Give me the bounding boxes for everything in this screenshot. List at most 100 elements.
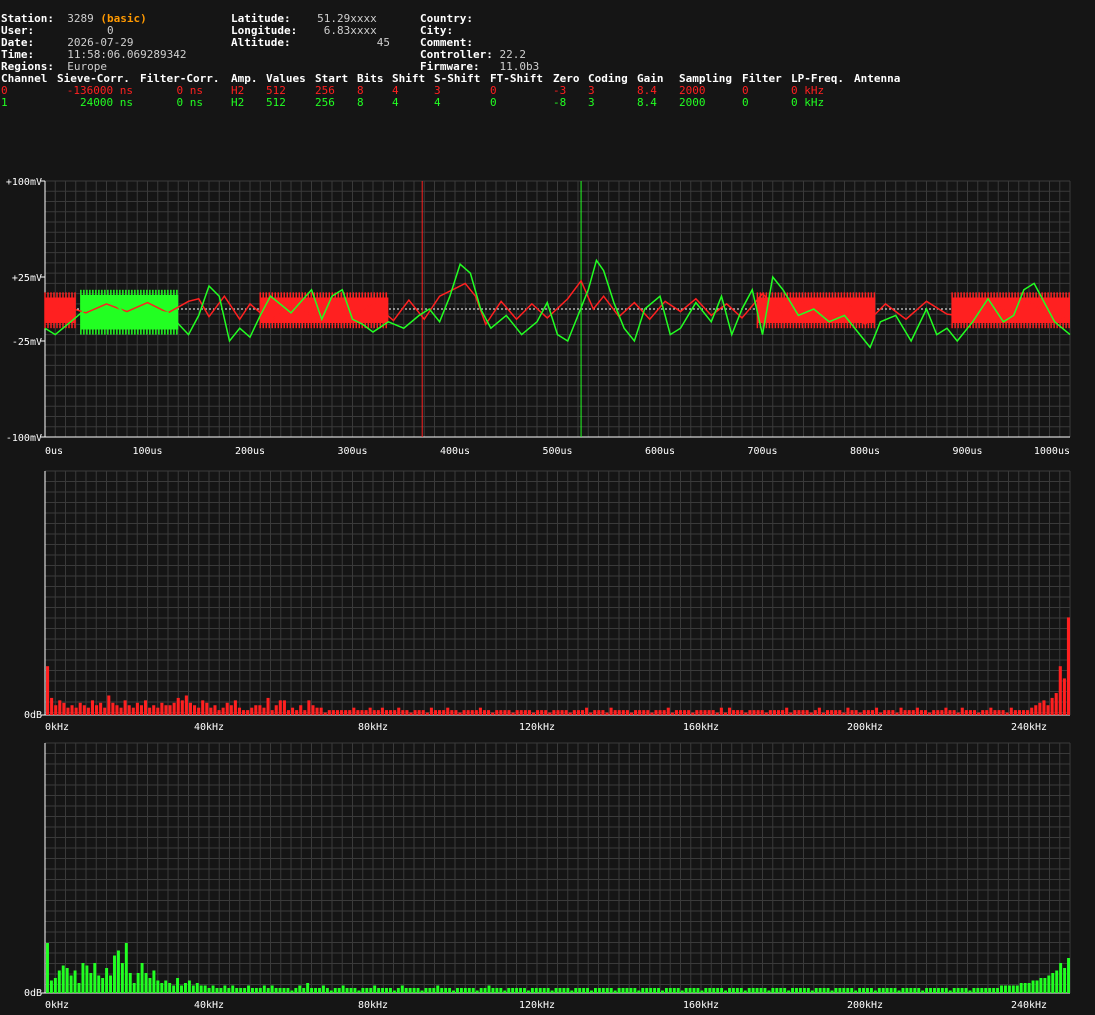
- spectrum-bar: [246, 710, 250, 715]
- spectrum-bar: [123, 700, 127, 715]
- spectrum-bar: [432, 988, 436, 993]
- spectrum-bar: [580, 710, 585, 715]
- spectrum-bar: [223, 985, 227, 993]
- sieve-fill: [952, 297, 1070, 324]
- spectrum-bar: [369, 988, 373, 993]
- spectrum-bar: [416, 988, 420, 993]
- x-tick-label: 500us: [542, 446, 572, 457]
- table-header: S-Shift: [434, 72, 481, 85]
- spectrum-bar: [727, 707, 732, 715]
- spectrum-bar: [401, 710, 405, 715]
- spectrum-bar: [760, 710, 764, 715]
- spectrum-bar: [286, 710, 291, 715]
- spectrum-bar: [93, 963, 97, 993]
- spectrum-bar: [467, 988, 471, 993]
- spectrum-bar: [748, 710, 752, 715]
- spectrum-bar: [164, 705, 168, 715]
- spectrum-bar: [728, 988, 731, 993]
- spectrum-bar: [404, 988, 408, 993]
- spectrum-bar: [809, 712, 813, 715]
- spectrum-bar: [917, 988, 921, 993]
- spectrum-bar: [417, 710, 421, 715]
- spectrum-bar: [613, 710, 617, 715]
- spectrum-bar: [1009, 707, 1013, 715]
- spectrum-bar: [736, 710, 740, 715]
- spectrum-bar: [617, 988, 621, 993]
- spectrum-bar: [310, 988, 314, 993]
- spectrum-bar: [866, 710, 870, 715]
- spectrum-bar: [197, 707, 201, 715]
- spectrum-bar: [140, 963, 144, 993]
- spectrum-bar: [462, 710, 466, 715]
- spectrum-bar: [266, 697, 270, 715]
- spectrum-bar: [798, 988, 802, 993]
- spectrum-bar: [956, 712, 960, 715]
- spectrum-bar: [183, 983, 187, 993]
- spectrum-bar: [850, 710, 854, 715]
- spectrum-bar: [996, 988, 1000, 993]
- spectrum-bar: [311, 705, 315, 715]
- spectrum-bar: [421, 710, 425, 715]
- spectrum-bar: [676, 988, 680, 993]
- spectrum-bar: [128, 973, 132, 993]
- x-tick-label: 0us: [45, 446, 63, 457]
- spectrum-bar: [433, 710, 438, 715]
- spectrum-bar: [1001, 710, 1005, 715]
- spectrum-bar: [135, 702, 139, 715]
- spectrum-bar: [282, 988, 286, 993]
- spectrum-bar: [201, 700, 205, 715]
- spectrum-bar: [597, 988, 601, 993]
- spectrum-bar: [290, 990, 294, 993]
- spectrum-bar: [621, 988, 625, 993]
- spectrum-bar: [396, 988, 400, 993]
- spectrum-bar: [731, 988, 735, 993]
- spectrum-bar: [475, 990, 479, 993]
- spectrum-bar: [1055, 970, 1059, 993]
- spectrum-bar: [270, 710, 274, 715]
- spectrum-bar: [97, 975, 101, 993]
- spectrum-bar: [459, 988, 463, 993]
- spectrum-bar: [400, 985, 404, 993]
- spectrum-bar: [929, 988, 933, 993]
- x-tick-label: 80kHz: [358, 722, 388, 733]
- spectrum-bar: [65, 968, 69, 993]
- spectrum-bar: [646, 710, 650, 715]
- x-tick-label: 0kHz: [45, 722, 69, 733]
- spectrum-bar: [1013, 710, 1017, 715]
- spectrum-bar: [368, 707, 372, 715]
- spectrum-bar: [743, 990, 747, 993]
- spectrum-bar: [307, 700, 311, 715]
- spectrum-bar: [932, 710, 936, 715]
- spectrum-chart-channel-1: 0dB0kHz 40kHz 80kHz 120kHz 160kHz 200kHz 240kH…: [24, 742, 1071, 1011]
- spectrum-bar: [315, 707, 319, 715]
- spectrum-bar: [785, 707, 789, 715]
- spectrum-bar: [487, 710, 491, 715]
- spectrum-bar: [209, 707, 213, 715]
- spectrum-bar: [801, 710, 805, 715]
- table-cell: H2: [231, 96, 245, 109]
- spectrum-bar: [172, 702, 176, 715]
- spectrum-bar: [180, 700, 184, 715]
- spectrum-bar: [274, 705, 278, 715]
- y-tick-label: +100mV: [6, 177, 42, 188]
- spectrum-bar: [747, 988, 751, 993]
- spectrum-bar: [523, 710, 527, 715]
- spectrum-bar: [160, 983, 164, 993]
- spectrum-bar: [666, 707, 670, 715]
- spectrum-bar: [586, 988, 590, 993]
- spectrum-bar: [239, 988, 243, 993]
- spectrum-bar: [830, 710, 834, 715]
- table-cell: 8.4: [637, 96, 657, 109]
- spectrum-bar: [152, 705, 156, 715]
- spectrum-bar: [344, 710, 348, 715]
- x-tick-label: 1000us: [1034, 446, 1070, 457]
- spectrum-bar: [526, 990, 530, 993]
- spectrum-bar: [360, 710, 364, 715]
- spectrum-bar: [372, 710, 376, 715]
- spectrum-bar: [148, 707, 152, 715]
- spectrum-bar: [119, 707, 123, 715]
- spectrum-bar: [1000, 985, 1003, 993]
- x-tick-label: 300us: [337, 446, 367, 457]
- spectrum-bar: [897, 990, 901, 993]
- spectrum-bar: [822, 988, 826, 993]
